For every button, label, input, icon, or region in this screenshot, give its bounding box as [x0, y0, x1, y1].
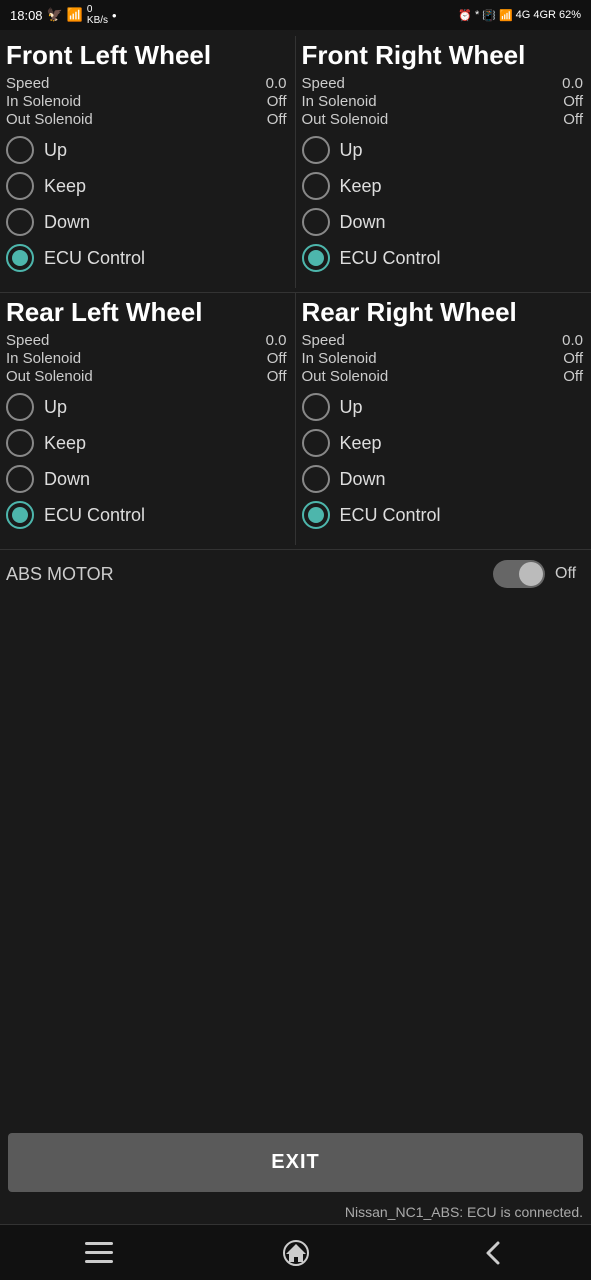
- signal-icon: 🦅: [47, 7, 63, 23]
- rear-right-keep-radio[interactable]: [302, 429, 330, 457]
- nav-back-button[interactable]: [469, 1229, 517, 1277]
- front-right-keep[interactable]: Keep: [302, 172, 584, 200]
- vibrate-icon: 📳: [482, 9, 496, 22]
- front-left-ecu[interactable]: ECU Control: [6, 244, 287, 272]
- front-left-speed: Speed 0.0: [6, 75, 287, 92]
- rear-right-down[interactable]: Down: [302, 465, 584, 493]
- front-left-down-radio[interactable]: [6, 208, 34, 236]
- rear-left-radio-group: Up Keep Down ECU Control: [6, 393, 287, 529]
- rear-right-ecu-radio[interactable]: [302, 501, 330, 529]
- front-left-keep[interactable]: Keep: [6, 172, 287, 200]
- abs-motor-toggle[interactable]: [493, 560, 545, 588]
- rear-left-down[interactable]: Down: [6, 465, 287, 493]
- rear-left-section: Rear Left Wheel Speed 0.0 In Solenoid Of…: [0, 293, 296, 545]
- front-wheels-grid: Front Left Wheel Speed 0.0 In Solenoid O…: [0, 36, 591, 293]
- rear-left-out-solenoid: Out Solenoid Off: [6, 368, 287, 385]
- abs-motor-label: ABS MOTOR: [6, 564, 483, 585]
- front-right-section: Front Right Wheel Speed 0.0 In Solenoid …: [296, 36, 591, 288]
- network-4g: 4G: [516, 9, 531, 21]
- rear-right-up-radio[interactable]: [302, 393, 330, 421]
- front-left-down[interactable]: Down: [6, 208, 287, 236]
- time-label: 18:08: [10, 8, 43, 23]
- status-bar: 18:08 🦅 📶 0KB/s • ⏰ * 📳 📶 4G 4GR 62%: [0, 0, 591, 30]
- rear-left-down-radio[interactable]: [6, 465, 34, 493]
- front-left-section: Front Left Wheel Speed 0.0 In Solenoid O…: [0, 36, 296, 288]
- toggle-knob: [519, 562, 543, 586]
- front-right-ecu[interactable]: ECU Control: [302, 244, 584, 272]
- abs-motor-value: Off: [555, 565, 585, 583]
- status-right: ⏰ * 📳 📶 4G 4GR 62%: [458, 9, 581, 22]
- front-right-speed: Speed 0.0: [302, 75, 584, 92]
- rear-right-section: Rear Right Wheel Speed 0.0 In Solenoid O…: [296, 293, 591, 545]
- network-icon: 📶: [67, 7, 83, 23]
- front-right-down-radio[interactable]: [302, 208, 330, 236]
- nav-bar: [0, 1224, 591, 1280]
- nav-home-button[interactable]: [272, 1229, 320, 1277]
- front-left-radio-group: Up Keep Down ECU Control: [6, 136, 287, 272]
- rear-left-title: Rear Left Wheel: [6, 297, 287, 328]
- front-right-down[interactable]: Down: [302, 208, 584, 236]
- rear-right-radio-group: Up Keep Down ECU Control: [302, 393, 584, 529]
- rear-right-down-radio[interactable]: [302, 465, 330, 493]
- front-left-title: Front Left Wheel: [6, 40, 287, 71]
- front-right-up[interactable]: Up: [302, 136, 584, 164]
- dot-icon: •: [112, 8, 117, 23]
- rear-right-keep[interactable]: Keep: [302, 429, 584, 457]
- alarm-icon: ⏰: [458, 9, 472, 22]
- rear-right-up[interactable]: Up: [302, 393, 584, 421]
- rear-right-title: Rear Right Wheel: [302, 297, 584, 328]
- front-right-in-solenoid: In Solenoid Off: [302, 93, 584, 110]
- front-left-in-solenoid: In Solenoid Off: [6, 93, 287, 110]
- rear-left-keep-radio[interactable]: [6, 429, 34, 457]
- front-left-keep-radio[interactable]: [6, 172, 34, 200]
- wifi-icon: 📶: [499, 9, 513, 22]
- front-right-title: Front Right Wheel: [302, 40, 584, 71]
- rear-left-up-radio[interactable]: [6, 393, 34, 421]
- rear-left-ecu-radio[interactable]: [6, 501, 34, 529]
- battery-label: 62%: [559, 9, 581, 21]
- rear-left-speed: Speed 0.0: [6, 332, 287, 349]
- status-left: 18:08 🦅 📶 0KB/s •: [10, 4, 117, 26]
- bluetooth-icon: *: [475, 9, 479, 21]
- front-right-out-solenoid: Out Solenoid Off: [302, 111, 584, 128]
- front-right-keep-radio[interactable]: [302, 172, 330, 200]
- rear-left-keep[interactable]: Keep: [6, 429, 287, 457]
- front-left-up-radio[interactable]: [6, 136, 34, 164]
- front-left-out-solenoid: Out Solenoid Off: [6, 111, 287, 128]
- main-content: Front Left Wheel Speed 0.0 In Solenoid O…: [0, 30, 591, 1133]
- ecu-status-bar: Nissan_NC1_ABS: ECU is connected.: [0, 1200, 591, 1224]
- rear-left-up[interactable]: Up: [6, 393, 287, 421]
- network-4gr: 4GR: [533, 9, 556, 21]
- rear-right-in-solenoid: In Solenoid Off: [302, 350, 584, 367]
- front-right-up-radio[interactable]: [302, 136, 330, 164]
- rear-right-speed: Speed 0.0: [302, 332, 584, 349]
- rear-left-in-solenoid: In Solenoid Off: [6, 350, 287, 367]
- front-left-up[interactable]: Up: [6, 136, 287, 164]
- rear-right-out-solenoid: Out Solenoid Off: [302, 368, 584, 385]
- exit-button[interactable]: EXIT: [8, 1133, 583, 1192]
- data-counter: 0KB/s: [87, 4, 108, 26]
- rear-left-ecu[interactable]: ECU Control: [6, 501, 287, 529]
- front-right-ecu-radio[interactable]: [302, 244, 330, 272]
- abs-motor-row: ABS MOTOR Off: [0, 550, 591, 598]
- rear-wheels-grid: Rear Left Wheel Speed 0.0 In Solenoid Of…: [0, 293, 591, 550]
- nav-menu-button[interactable]: [75, 1229, 123, 1277]
- ecu-status-text: Nissan_NC1_ABS: ECU is connected.: [345, 1204, 583, 1220]
- front-left-ecu-radio[interactable]: [6, 244, 34, 272]
- rear-right-ecu[interactable]: ECU Control: [302, 501, 584, 529]
- front-right-radio-group: Up Keep Down ECU Control: [302, 136, 584, 272]
